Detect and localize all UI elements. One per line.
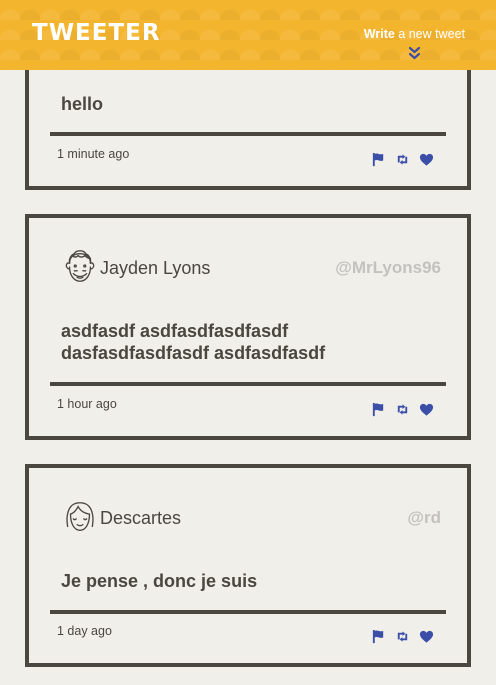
tweet-text-line: dasfasdfasdfasdf asdfasdfasdf [61, 343, 326, 363]
tweet-actions [371, 629, 434, 644]
heart-icon[interactable] [419, 629, 434, 644]
tweet-card: Descartes @rd Je pense , donc je suis 1 … [25, 464, 471, 667]
write-tweet-bold: Write [363, 27, 395, 41]
retweet-icon[interactable] [395, 629, 410, 644]
tweet-timestamp: 1 hour ago [57, 397, 117, 411]
tweet-text: Je pense , donc je suis [61, 571, 258, 591]
user-name[interactable]: Descartes [100, 508, 181, 529]
user-handle[interactable]: @rd [407, 508, 441, 528]
flag-icon[interactable] [371, 629, 386, 644]
heart-icon[interactable] [419, 402, 434, 417]
retweet-icon[interactable] [395, 402, 410, 417]
tweet-card: Jayden Lyons @MrLyons96 asdfasdf asdfasd… [25, 214, 471, 440]
logo[interactable]: TWEETER [32, 20, 161, 46]
tweet-actions [371, 152, 434, 167]
double-chevron-down-icon[interactable] [408, 46, 421, 60]
tweet-timestamp: 1 minute ago [57, 147, 130, 161]
tweet-header: Descartes @rd [61, 498, 441, 538]
tweet-timestamp: 1 day ago [57, 624, 112, 638]
flag-icon[interactable] [371, 402, 386, 417]
tweet-divider [50, 382, 446, 386]
user-handle[interactable]: @MrLyons96 [335, 258, 441, 278]
tweet-text: hello [61, 94, 104, 114]
flag-icon[interactable] [371, 152, 386, 167]
user-name[interactable]: Jayden Lyons [100, 258, 210, 279]
tweet-header: Jayden Lyons @MrLyons96 [61, 248, 441, 288]
tweet-divider [50, 610, 446, 614]
site-header: TWEETER Write a new tweet [0, 0, 496, 70]
avatar-icon [66, 502, 94, 531]
tweet-text: asdfasdf asdfasdfasdfasdf dasfasdfasdfas… [61, 320, 325, 364]
tweet-text-line: asdfasdf asdfasdfasdfasdf [61, 321, 289, 341]
tweet-actions [371, 402, 434, 417]
retweet-icon[interactable] [395, 152, 410, 167]
heart-icon[interactable] [419, 152, 434, 167]
avatar-icon [65, 250, 95, 282]
tweet-divider [50, 132, 446, 136]
tweet-feed: hello 1 minute ago Jayden Lyons @MrLyons… [0, 0, 496, 685]
write-tweet-link[interactable]: Write a new tweet [364, 27, 465, 41]
write-tweet-text: a new tweet [394, 27, 465, 41]
